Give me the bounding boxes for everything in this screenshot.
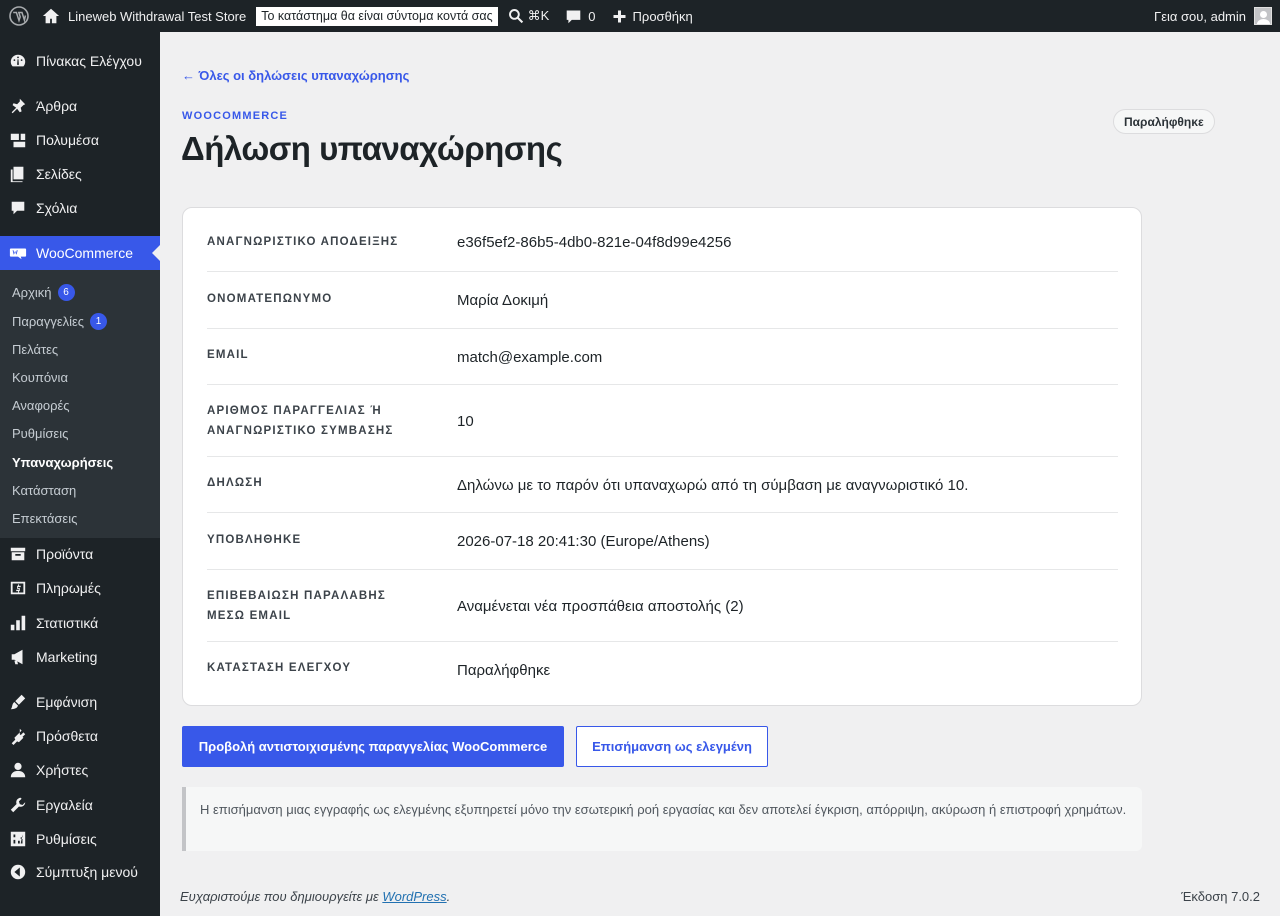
footer-thanks: Ευχαριστούμε που δημιουργείτε με WordPre…	[180, 889, 451, 904]
menu-users[interactable]: Χρήστες	[0, 753, 160, 787]
mark-as-reviewed-button[interactable]: Επισήμανση ως ελεγμένη	[576, 726, 768, 767]
detail-label: ΑΝΑΓΝΩΡΙΣΤΙΚΟ ΑΠΟΔΕΙΞΗΣ	[207, 236, 399, 248]
detail-value: Αναμένεται νέα προσπάθεια αποστολής (2)	[457, 598, 744, 615]
comments-icon	[0, 199, 36, 217]
pin-icon	[0, 97, 36, 115]
menu-dashboard[interactable]: Πίνακας Ελέγχου	[0, 44, 160, 78]
detail-row-declaration: ΔΗΛΩΣΗ Δηλώνω με το παρόν ότι υπαναχωρώ …	[207, 457, 1118, 513]
menu-posts[interactable]: Άρθρα	[0, 89, 160, 123]
orders-count-badge: 1	[90, 312, 108, 330]
avatar	[1254, 7, 1272, 25]
menu-analytics[interactable]: Στατιστικά	[0, 606, 160, 640]
menu-settings[interactable]: Ρυθμίσεις	[0, 822, 160, 856]
collapse-menu-button[interactable]: Σύμπτυξη μενού	[0, 855, 160, 889]
comments-button[interactable]: 0	[557, 0, 603, 32]
submenu-coupons[interactable]: Κουπόνια	[12, 367, 68, 387]
detail-row-submitted: ΥΠΟΒΛΗΘΗΚΕ 2026-07-18 20:41:30 (Europe/A…	[207, 513, 1118, 570]
admin-bar: Lineweb Withdrawal Test Store Το κατάστη…	[0, 0, 1280, 32]
detail-row-name: ΟΝΟΜΑΤΕΠΩΝΥΜΟ Μαρία Δοκιμή	[207, 272, 1118, 329]
settings-icon	[0, 830, 36, 848]
woo-icon	[0, 244, 36, 262]
detail-value: Δηλώνω με το παρόν ότι υπαναχωρώ από τη …	[457, 477, 969, 494]
wrench-icon	[0, 796, 36, 814]
home-icon	[42, 8, 60, 24]
menu-media[interactable]: Πολυμέσα	[0, 123, 160, 157]
menu-comments[interactable]: Σχόλια	[0, 191, 160, 225]
media-icon	[0, 131, 36, 149]
detail-value: Παραλήφθηκε	[457, 662, 551, 679]
my-account[interactable]: Γεια σου, admin	[1154, 0, 1272, 32]
menu-pages[interactable]: Σελίδες	[0, 157, 160, 191]
users-icon	[0, 761, 36, 779]
detail-row-email-confirmation: ΕΠΙΒΕΒΑΙΩΣΗ ΠΑΡΑΛΑΒΗΣ ΜΕΣΩ EMAIL Αναμένε…	[207, 570, 1118, 642]
submenu-customers[interactable]: Πελάτες	[12, 339, 58, 359]
home-count-badge: 6	[57, 283, 75, 301]
detail-row-receipt-id: ΑΝΑΓΝΩΡΙΣΤΙΚΟ ΑΠΟΔΕΙΞΗΣ e36f5ef2-86b5-4d…	[207, 208, 1118, 272]
back-to-withdrawals-link[interactable]: ← Όλες οι δηλώσεις υπαναχώρησης	[182, 68, 409, 83]
admin-sidebar: Πίνακας Ελέγχου Άρθρα Πολυμέσα Σελίδες Σ…	[0, 32, 160, 916]
detail-label: ΔΗΛΩΣΗ	[207, 477, 263, 489]
wordpress-link[interactable]: WordPress	[382, 889, 446, 904]
search-shortcut: ⌘K	[527, 8, 550, 23]
products-icon	[0, 545, 36, 563]
brush-icon	[0, 693, 36, 711]
detail-value: 2026-07-18 20:41:30 (Europe/Athens)	[457, 533, 710, 550]
menu-products[interactable]: Προϊόντα	[0, 537, 160, 571]
megaphone-icon	[0, 648, 36, 666]
new-label: Προσθήκη	[632, 8, 693, 24]
menu-marketing[interactable]: Marketing	[0, 640, 160, 674]
menu-appearance[interactable]: Εμφάνιση	[0, 685, 160, 719]
submenu-home[interactable]: Αρχική 6	[12, 282, 75, 302]
view-matched-order-button[interactable]: Προβολή αντιστοιχισμένης παραγγελίας Woo…	[182, 726, 564, 767]
menu-woocommerce[interactable]: WooCommerce	[0, 236, 160, 270]
detail-label: ΚΑΤΑΣΤΑΣΗ ΕΛΕΓΧΟΥ	[207, 662, 352, 674]
submenu-extensions[interactable]: Επεκτάσεις	[12, 508, 77, 528]
pages-icon	[0, 165, 36, 183]
main-content: ← Όλες οι δηλώσεις υπαναχώρησης WOOCOMME…	[160, 32, 1280, 916]
menu-plugins[interactable]: Πρόσθετα	[0, 719, 160, 753]
command-palette-button[interactable]: ⌘K	[504, 0, 558, 32]
detail-row-email: EMAIL match@example.com	[207, 329, 1118, 385]
detail-row-order-number: ΑΡΙΘΜΟΣ ΠΑΡΑΓΓΕΛΙΑΣ Ή ΑΝΑΓΝΩΡΙΣΤΙΚΟ ΣΥΜΒ…	[207, 385, 1118, 457]
woocommerce-submenu: Αρχική 6 Παραγγελίες 1 Πελάτες Κουπόνια …	[0, 270, 160, 538]
greeting: Γεια σου, admin	[1154, 8, 1246, 24]
dashboard-icon	[0, 52, 36, 70]
footer-version: Έκδοση 7.0.2	[1181, 889, 1260, 904]
menu-payments[interactable]: Πληρωμές	[0, 571, 160, 605]
wordpress-logo-icon[interactable]	[2, 0, 36, 32]
detail-label: ΥΠΟΒΛΗΘΗΚΕ	[207, 534, 302, 546]
submenu-withdrawals[interactable]: Υπαναχωρήσεις	[12, 452, 113, 472]
site-name-link[interactable]: Lineweb Withdrawal Test Store	[36, 0, 254, 32]
detail-row-review-status: ΚΑΤΑΣΤΑΣΗ ΕΛΕΓΧΟΥ Παραλήφθηκε	[207, 642, 1118, 706]
review-info-notice: Η επισήμανση μιας εγγραφής ως ελεγμένης …	[182, 787, 1142, 851]
detail-label: EMAIL	[207, 349, 249, 361]
detail-value: 10	[457, 413, 474, 430]
submenu-orders[interactable]: Παραγγελίες 1	[12, 311, 108, 331]
analytics-icon	[0, 614, 36, 632]
coming-soon-notice[interactable]: Το κατάστημα θα είναι σύντομα κοντά σας	[256, 6, 498, 26]
status-badge: Παραλήφθηκε	[1113, 109, 1215, 134]
detail-value: e36f5ef2-86b5-4db0-821e-04f8d99e4256	[457, 234, 732, 251]
withdrawal-details-card: ΑΝΑΓΝΩΡΙΣΤΙΚΟ ΑΠΟΔΕΙΞΗΣ e36f5ef2-86b5-4d…	[182, 207, 1142, 706]
page-kicker: WOOCOMMERCE	[182, 110, 289, 122]
menu-tools[interactable]: Εργαλεία	[0, 788, 160, 822]
submenu-reports[interactable]: Αναφορές	[12, 395, 70, 415]
plugin-icon	[0, 727, 36, 745]
collapse-icon	[0, 863, 36, 881]
detail-label: ΟΝΟΜΑΤΕΠΩΝΥΜΟ	[207, 293, 333, 305]
comments-count: 0	[588, 8, 596, 24]
detail-label: ΕΠΙΒΕΒΑΙΩΣΗ ΠΑΡΑΛΑΒΗΣ ΜΕΣΩ EMAIL	[207, 590, 386, 622]
page-title: Δήλωση υπαναχώρησης	[181, 130, 563, 167]
site-name: Lineweb Withdrawal Test Store	[68, 8, 247, 24]
comment-icon	[566, 10, 581, 23]
plus-icon	[613, 10, 626, 22]
submenu-status[interactable]: Κατάσταση	[12, 480, 76, 500]
detail-value: match@example.com	[457, 349, 603, 366]
payments-icon	[0, 579, 36, 597]
new-content-button[interactable]: Προσθήκη	[604, 0, 701, 32]
submenu-settings[interactable]: Ρυθμίσεις	[12, 423, 68, 443]
detail-label: ΑΡΙΘΜΟΣ ΠΑΡΑΓΓΕΛΙΑΣ Ή ΑΝΑΓΝΩΡΙΣΤΙΚΟ ΣΥΜΒ…	[207, 405, 394, 437]
detail-value: Μαρία Δοκιμή	[457, 292, 549, 309]
search-icon	[508, 9, 523, 24]
